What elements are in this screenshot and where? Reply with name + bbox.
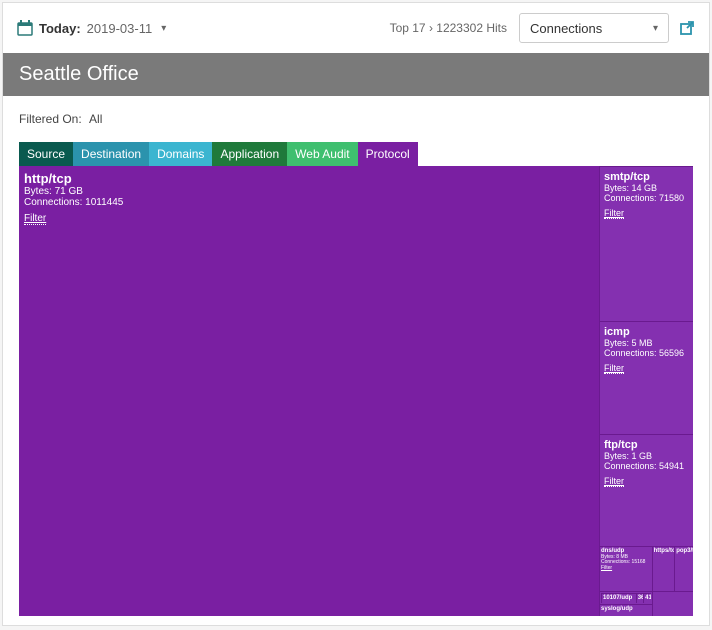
chevron-down-icon: ▾ — [653, 23, 658, 34]
topbar: Today: 2019-03-11 ▾ Top 17 › 1223302 Hit… — [3, 3, 709, 53]
block-title: icmp — [604, 326, 689, 338]
filter-link[interactable]: Filter — [604, 476, 624, 487]
calendar-icon — [17, 20, 33, 36]
block-bytes: Bytes: 1 GB — [604, 451, 689, 461]
tabs: Source Destination Domains Application W… — [3, 142, 709, 166]
today-label: Today: — [39, 21, 81, 36]
tab-protocol[interactable]: Protocol — [358, 142, 418, 166]
popout-icon[interactable] — [679, 20, 695, 36]
filter-link[interactable]: Filter — [604, 208, 624, 219]
page-title: Seattle Office — [3, 53, 709, 96]
block-title: syslog/udp — [601, 606, 651, 613]
block-bytes: Bytes: 14 GB — [604, 183, 689, 193]
treemap-block-syslog[interactable]: syslog/udp — [599, 604, 652, 617]
filter-bar: Filtered On: All — [3, 96, 709, 142]
chevron-down-icon: ▾ — [161, 23, 166, 34]
tab-domains[interactable]: Domains — [149, 142, 212, 166]
treemap-block-other[interactable] — [652, 591, 693, 616]
filter-label: Filtered On: — [19, 112, 82, 126]
block-title: pop3/tcp — [676, 548, 692, 555]
treemap-block-smtp[interactable]: smtp/tcp Bytes: 14 GB Connections: 71580… — [599, 166, 693, 321]
filter-link[interactable]: Filter — [604, 363, 624, 374]
filter-value: All — [89, 112, 102, 126]
metric-dropdown[interactable]: Connections ▾ — [519, 13, 669, 43]
block-connections: Connections: 54941 — [604, 461, 689, 471]
tab-destination[interactable]: Destination — [73, 142, 149, 166]
block-connections: Connections: 56596 — [604, 348, 689, 358]
block-title: 368 — [638, 595, 642, 602]
tab-application[interactable]: Application — [212, 142, 287, 166]
treemap-block-ftp[interactable]: ftp/tcp Bytes: 1 GB Connections: 54941 F… — [599, 434, 693, 546]
breadcrumb[interactable]: Top 17 › 1223302 Hits — [390, 21, 507, 35]
treemap-block-368[interactable]: 368 — [636, 593, 643, 603]
filter-link[interactable]: Filter — [24, 213, 46, 225]
treemap-block-10107[interactable]: 10107/udp — [601, 593, 636, 603]
block-title: 418 — [645, 595, 649, 602]
block-connections: Connections: 71580 — [604, 193, 689, 203]
block-title: https/tcp — [654, 548, 674, 555]
block-bytes: Bytes: 5 MB — [604, 338, 689, 348]
dropdown-value: Connections — [530, 21, 602, 36]
block-title: smtp/tcp — [604, 171, 689, 183]
block-bytes: Bytes: 71 GB — [24, 186, 594, 197]
block-title: 10107/udp — [603, 595, 635, 602]
treemap-block-icmp[interactable]: icmp Bytes: 5 MB Connections: 56596 Filt… — [599, 321, 693, 434]
today-date: 2019-03-11 — [87, 21, 153, 36]
date-picker[interactable]: Today: 2019-03-11 ▾ — [17, 20, 166, 36]
tab-source[interactable]: Source — [19, 142, 73, 166]
block-title: ftp/tcp — [604, 439, 689, 451]
tab-webaudit[interactable]: Web Audit — [287, 142, 357, 166]
block-connections: Connections: 1011445 — [24, 197, 594, 208]
treemap-block-https[interactable]: https/tcp — [652, 546, 675, 591]
treemap-block-pop3[interactable]: pop3/tcp — [674, 546, 693, 591]
treemap-block-dns[interactable]: dns/udp Bytes: 8 MB Connections: 15168 F… — [599, 546, 652, 591]
block-title: http/tcp — [24, 171, 594, 186]
treemap: http/tcp Bytes: 71 GB Connections: 10114… — [19, 166, 693, 616]
treemap-block-http[interactable]: http/tcp Bytes: 71 GB Connections: 10114… — [19, 166, 599, 616]
treemap-block-418[interactable]: 418 — [643, 593, 650, 603]
filter-link[interactable]: Filter — [601, 565, 612, 571]
